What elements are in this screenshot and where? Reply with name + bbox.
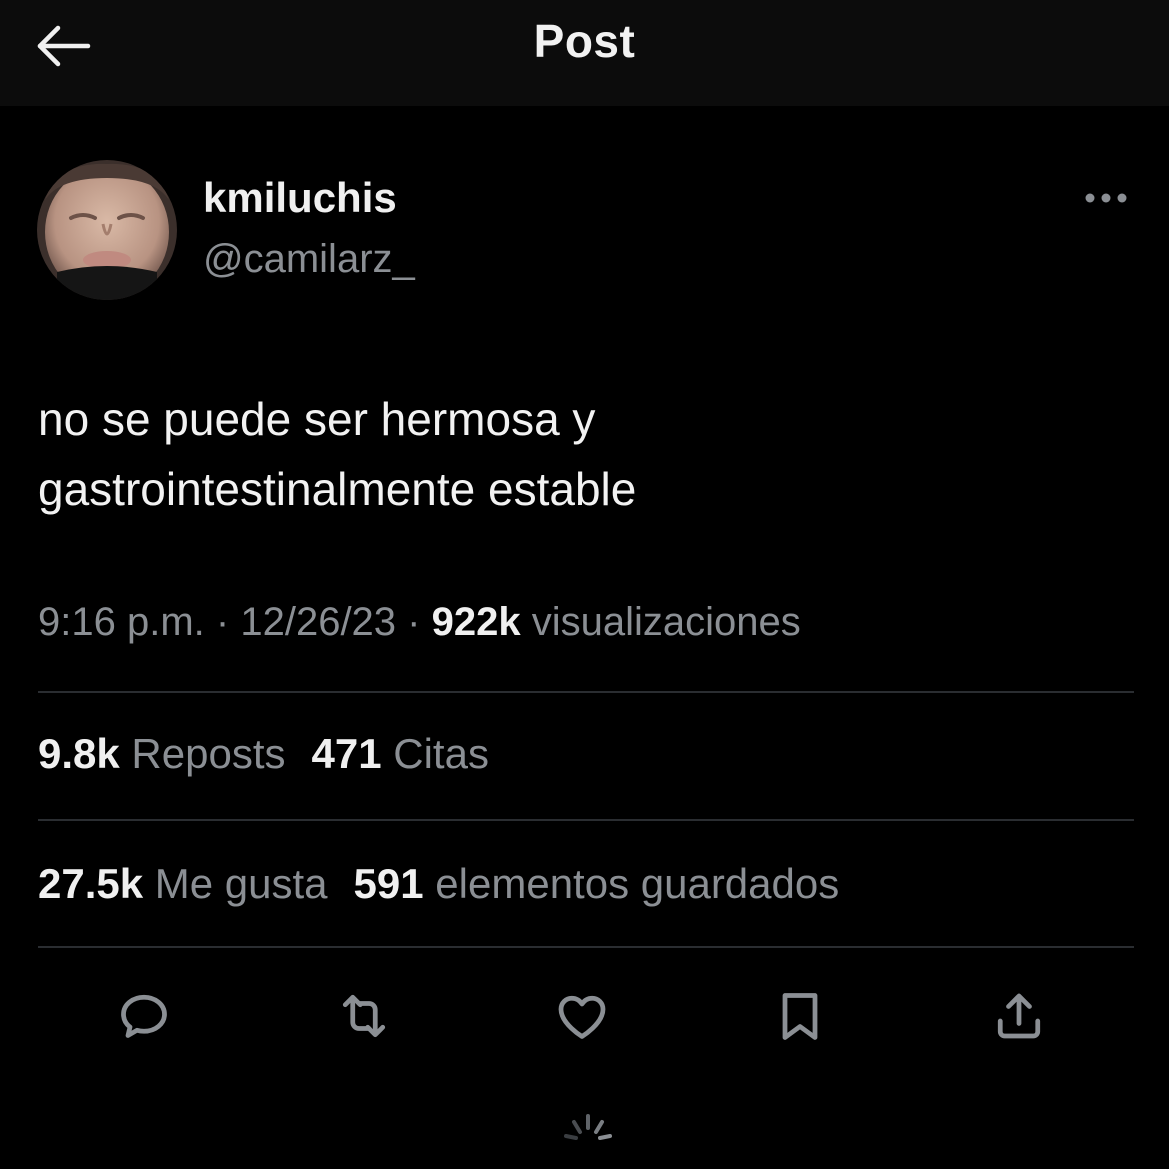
reposts-count: 9.8k xyxy=(38,730,120,777)
stats-row-likes: 27.5k Me gusta 591 elementos guardados xyxy=(38,860,839,908)
profile-photo xyxy=(37,160,177,300)
repost-button[interactable] xyxy=(332,984,396,1048)
avatar[interactable] xyxy=(37,160,177,300)
more-options-button[interactable] xyxy=(1080,180,1132,216)
more-horizontal-icon xyxy=(1085,193,1127,203)
meta-separator: · xyxy=(407,600,421,644)
likes-label: Me gusta xyxy=(154,860,328,907)
bookmark-button[interactable] xyxy=(768,984,832,1048)
reposts-label: Reposts xyxy=(131,730,286,777)
share-icon xyxy=(997,993,1041,1039)
loading-spinner xyxy=(560,1112,616,1152)
top-bar: Post xyxy=(0,0,1169,106)
author-display-name[interactable]: kmiluchis xyxy=(203,174,397,222)
bookmarks-count: 591 xyxy=(353,860,424,907)
bookmarks-label: elementos guardados xyxy=(435,860,840,907)
divider xyxy=(38,946,1134,948)
likes-count: 27.5k xyxy=(38,860,144,907)
bookmarks-stat[interactable]: 591 elementos guardados xyxy=(354,860,840,907)
reposts-stat[interactable]: 9.8k Reposts xyxy=(38,730,286,777)
quotes-stat[interactable]: 471 Citas xyxy=(312,730,489,777)
post-meta: 9:16 p.m. · 12/26/23 · 922k visualizacio… xyxy=(38,600,801,645)
divider xyxy=(38,819,1134,821)
share-button[interactable] xyxy=(987,984,1051,1048)
like-icon xyxy=(558,995,606,1039)
page-title: Post xyxy=(533,15,636,67)
meta-separator: · xyxy=(215,600,230,644)
like-button[interactable] xyxy=(550,984,614,1048)
repost-icon xyxy=(342,994,386,1038)
bookmark-icon xyxy=(782,993,818,1040)
post-text-line: gastrointestinalmente estable xyxy=(38,463,637,515)
post-time[interactable]: 9:16 p.m. xyxy=(38,600,205,644)
author-handle[interactable]: @camilarz_ xyxy=(203,237,415,282)
quotes-count: 471 xyxy=(311,730,382,777)
post-date[interactable]: 12/26/23 xyxy=(240,600,396,644)
views-label: visualizaciones xyxy=(531,600,801,644)
reply-icon xyxy=(121,994,167,1038)
likes-stat[interactable]: 27.5k Me gusta xyxy=(38,860,328,907)
post-text: no se puede ser hermosa y gastrointestin… xyxy=(38,384,1138,524)
quotes-label: Citas xyxy=(393,730,489,777)
reply-button[interactable] xyxy=(112,984,176,1048)
stats-row-reposts: 9.8k Reposts 471 Citas xyxy=(38,730,489,778)
post-text-line: no se puede ser hermosa y xyxy=(38,393,596,445)
spinner-icon xyxy=(564,1114,612,1140)
divider xyxy=(38,691,1134,693)
views-count: 922k xyxy=(431,600,521,644)
